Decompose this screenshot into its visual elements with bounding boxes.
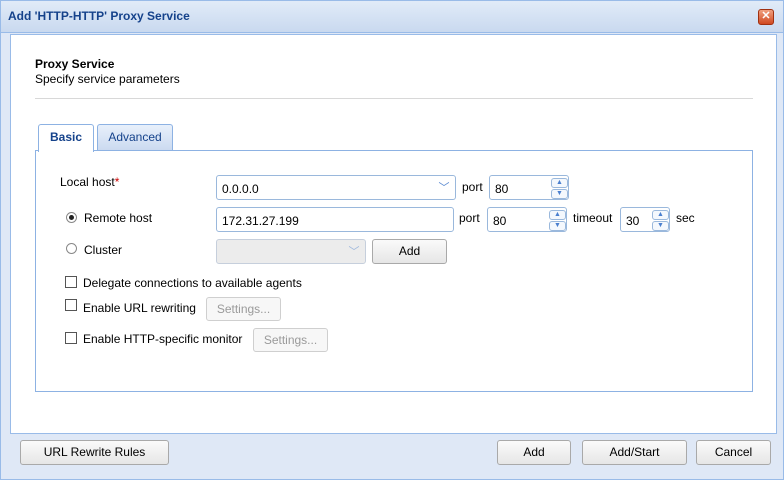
http-monitor-checkbox[interactable]	[65, 332, 77, 344]
cluster-radio[interactable]	[66, 243, 77, 254]
proxy-service-dialog: Add 'HTTP-HTTP' Proxy Service ✕ Proxy Se…	[0, 0, 784, 480]
url-rewrite-rules-button[interactable]: URL Rewrite Rules	[20, 440, 169, 465]
chevron-down-icon[interactable]: ﹀	[437, 181, 451, 195]
section-subtitle: Specify service parameters	[35, 72, 180, 86]
spin-down-icon[interactable]: ▼	[652, 221, 669, 231]
remote-port-label: port	[459, 211, 480, 225]
tab-advanced[interactable]: Advanced	[97, 124, 173, 150]
required-marker: *	[114, 175, 120, 189]
http-monitor-label: Enable HTTP-specific monitor	[83, 332, 243, 346]
spin-up-icon[interactable]: ▲	[652, 210, 669, 220]
cluster-label: Cluster	[84, 243, 123, 257]
cancel-button[interactable]: Cancel	[696, 440, 771, 465]
footer-divider	[10, 433, 775, 434]
remote-host-radio[interactable]	[66, 212, 77, 223]
section-title: Proxy Service	[35, 57, 115, 71]
remote-host-input[interactable]: 172.31.27.199	[216, 207, 454, 232]
delegate-checkbox[interactable]	[65, 276, 77, 288]
url-rewriting-label: Enable URL rewriting	[83, 301, 196, 315]
close-icon[interactable]: ✕	[758, 9, 774, 25]
timeout-value: 30	[626, 214, 640, 228]
local-host-combo[interactable]: 0.0.0.0 ﹀	[216, 175, 456, 200]
basic-tab-panel: Local host* 0.0.0.0 ﹀ port 80 ▲ ▼ Remote …	[35, 150, 753, 392]
delegate-label: Delegate connections to available agents	[83, 276, 302, 290]
timeout-unit: sec	[676, 211, 695, 225]
dialog-body: Proxy Service Specify service parameters…	[10, 34, 777, 434]
remote-host-label: Remote host	[84, 211, 153, 225]
local-port-stepper[interactable]: 80 ▲ ▼	[489, 175, 569, 200]
spin-up-icon[interactable]: ▲	[551, 178, 568, 188]
spin-up-icon[interactable]: ▲	[549, 210, 566, 220]
timeout-label: timeout	[573, 211, 613, 225]
header-divider	[35, 98, 753, 99]
http-monitor-settings-button[interactable]: Settings...	[253, 328, 328, 352]
timeout-stepper[interactable]: 30 ▲ ▼	[620, 207, 670, 232]
local-host-value: 0.0.0.0	[222, 182, 259, 196]
add-button[interactable]: Add	[497, 440, 571, 465]
local-port-label: port	[462, 180, 483, 194]
url-rewriting-settings-button[interactable]: Settings...	[206, 297, 281, 321]
url-rewriting-checkbox[interactable]	[65, 299, 77, 311]
local-port-value: 80	[495, 182, 509, 196]
remote-host-value: 172.31.27.199	[222, 214, 299, 228]
cluster-add-button[interactable]: Add	[372, 239, 447, 264]
remote-port-stepper[interactable]: 80 ▲ ▼	[487, 207, 567, 232]
add-start-button[interactable]: Add/Start	[582, 440, 687, 465]
local-host-label: Local host*	[60, 175, 120, 189]
title-bar[interactable]: Add 'HTTP-HTTP' Proxy Service ✕	[1, 1, 783, 33]
spin-down-icon[interactable]: ▼	[551, 189, 568, 199]
remote-port-value: 80	[493, 214, 507, 228]
chevron-down-icon[interactable]: ﹀	[347, 245, 361, 259]
cluster-combo[interactable]: ﹀	[216, 239, 366, 264]
spin-down-icon[interactable]: ▼	[549, 221, 566, 231]
tab-basic[interactable]: Basic	[38, 124, 94, 152]
window-title: Add 'HTTP-HTTP' Proxy Service	[8, 9, 190, 23]
